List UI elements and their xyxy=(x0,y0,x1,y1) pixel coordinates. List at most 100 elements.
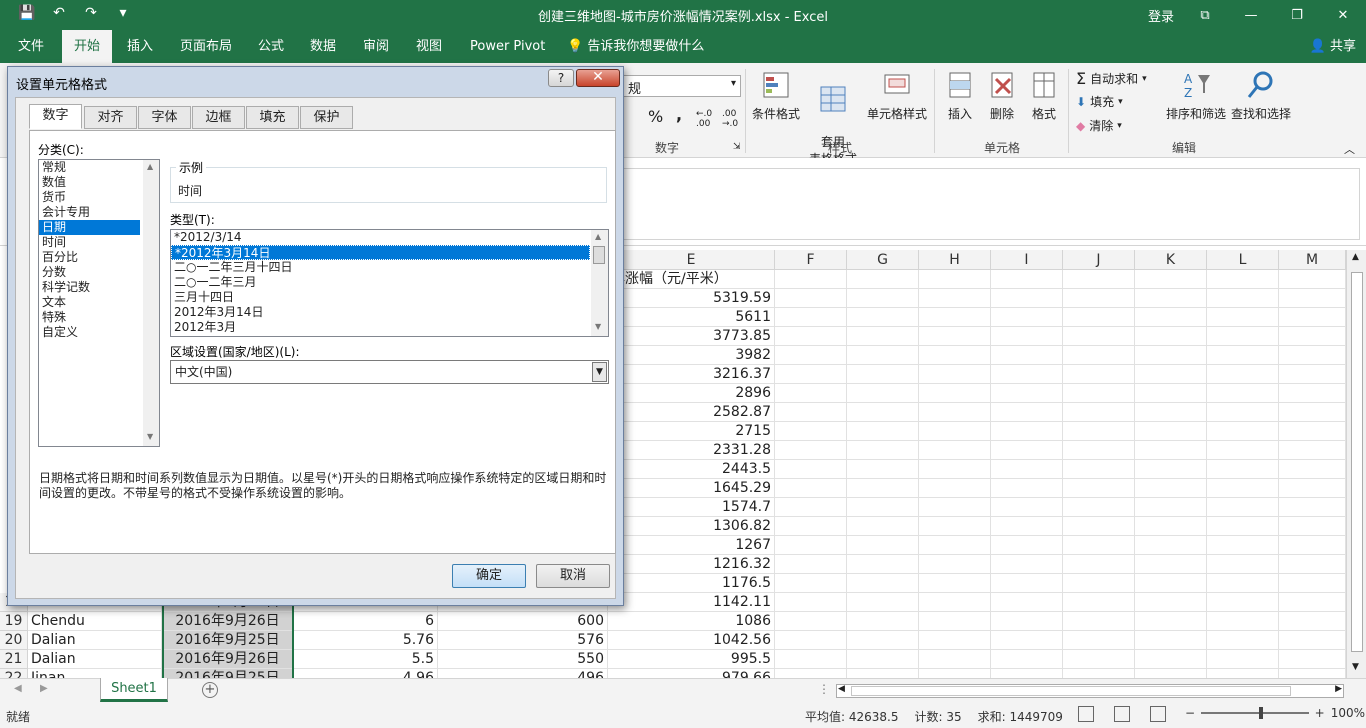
cell-e-value[interactable]: 995.5 xyxy=(608,650,775,669)
empty-cell[interactable] xyxy=(847,574,919,593)
empty-cell[interactable] xyxy=(847,498,919,517)
empty-cell[interactable] xyxy=(1279,460,1346,479)
cancel-button[interactable]: 取消 xyxy=(536,564,610,588)
empty-cell[interactable] xyxy=(847,384,919,403)
cell-e-value[interactable]: 3982 xyxy=(608,346,775,365)
cell-amount[interactable]: 576 xyxy=(438,631,608,650)
empty-cell[interactable] xyxy=(1207,441,1279,460)
empty-cell[interactable] xyxy=(1207,593,1279,612)
empty-cell[interactable] xyxy=(847,441,919,460)
cell-amount[interactable]: 600 xyxy=(438,612,608,631)
empty-cell[interactable] xyxy=(1207,631,1279,650)
empty-cell[interactable] xyxy=(1135,555,1207,574)
tab-home[interactable]: 开始 xyxy=(62,30,113,63)
empty-cell[interactable] xyxy=(1207,384,1279,403)
empty-cell[interactable] xyxy=(1207,365,1279,384)
empty-cell[interactable] xyxy=(1063,460,1135,479)
fill-button[interactable]: ⬇ 填充 ▾ xyxy=(1076,93,1123,110)
empty-cell[interactable] xyxy=(1135,346,1207,365)
sheet-nav-prev-icon[interactable]: ◀ xyxy=(14,683,22,694)
tell-me-search[interactable]: 💡 告诉我你想要做什么 xyxy=(555,30,716,63)
ok-button[interactable]: 确定 xyxy=(452,564,526,588)
cell-styles-button[interactable]: 单元格样式 xyxy=(864,69,930,122)
empty-cell[interactable] xyxy=(775,422,847,441)
zoom-level[interactable]: 100% xyxy=(1331,706,1365,720)
tab-page-layout[interactable]: 页面布局 xyxy=(168,30,244,63)
column-header-e[interactable]: E xyxy=(608,250,775,270)
empty-cell[interactable] xyxy=(1279,536,1346,555)
empty-cell[interactable] xyxy=(991,422,1063,441)
empty-cell[interactable] xyxy=(1063,574,1135,593)
empty-cell[interactable] xyxy=(1135,327,1207,346)
empty-cell[interactable] xyxy=(847,289,919,308)
empty-cell[interactable] xyxy=(991,555,1063,574)
cell-date[interactable]: 2016年9月26日 xyxy=(162,650,294,669)
empty-cell[interactable] xyxy=(919,327,991,346)
cell-e-value[interactable]: 1267 xyxy=(608,536,775,555)
empty-cell[interactable] xyxy=(919,612,991,631)
cell-rate[interactable]: 4.96 xyxy=(294,669,438,678)
scroll-left-icon[interactable]: ◀ xyxy=(838,684,845,694)
cell-e-value[interactable]: 5611 xyxy=(608,308,775,327)
empty-cell[interactable] xyxy=(1279,479,1346,498)
empty-cell[interactable] xyxy=(1207,479,1279,498)
tab-fill[interactable]: 填充 xyxy=(246,106,299,129)
zoom-out-button[interactable]: − xyxy=(1185,706,1195,720)
empty-cell[interactable] xyxy=(775,327,847,346)
sort-filter-button[interactable]: AZ 排序和筛选 xyxy=(1164,69,1228,122)
empty-cell[interactable] xyxy=(991,517,1063,536)
number-format-select[interactable]: 规 ▾ xyxy=(623,75,741,97)
row-header[interactable]: 21 xyxy=(0,650,28,669)
row-header[interactable]: 22 xyxy=(0,669,28,678)
empty-cell[interactable] xyxy=(919,403,991,422)
category-list[interactable]: 常规 数值 货币 会计专用 日期 时间 百分比 分数 科学记数 文本 特殊 自定义 ▲ ▼ xyxy=(38,159,160,447)
empty-cell[interactable] xyxy=(1135,612,1207,631)
status-count[interactable]: 计数: 35 xyxy=(914,708,961,725)
empty-cell[interactable] xyxy=(1207,289,1279,308)
category-item[interactable]: 时间 xyxy=(39,235,159,250)
scroll-up-icon[interactable]: ▲ xyxy=(147,162,153,171)
empty-cell[interactable] xyxy=(1063,593,1135,612)
empty-cell[interactable] xyxy=(1135,536,1207,555)
empty-cell[interactable] xyxy=(1207,327,1279,346)
empty-cell[interactable] xyxy=(1063,422,1135,441)
empty-cell[interactable] xyxy=(1279,384,1346,403)
tab-view[interactable]: 视图 xyxy=(404,30,454,63)
empty-cell[interactable] xyxy=(847,460,919,479)
empty-cell[interactable] xyxy=(991,346,1063,365)
cell-e-value[interactable]: 2331.28 xyxy=(608,441,775,460)
empty-cell[interactable] xyxy=(1279,650,1346,669)
share-button[interactable]: 👤 共享 xyxy=(1310,30,1356,63)
empty-cell[interactable] xyxy=(775,593,847,612)
empty-cell[interactable] xyxy=(1135,650,1207,669)
empty-cell[interactable] xyxy=(991,631,1063,650)
empty-cell[interactable] xyxy=(775,631,847,650)
empty-cell[interactable] xyxy=(1207,498,1279,517)
cell-e-value[interactable]: 2443.5 xyxy=(608,460,775,479)
empty-cell[interactable] xyxy=(919,631,991,650)
type-item[interactable]: 三月十四日 xyxy=(171,290,608,305)
empty-cell[interactable] xyxy=(1135,422,1207,441)
category-item[interactable]: 特殊 xyxy=(39,310,159,325)
type-item[interactable]: 二○一二年三月 xyxy=(171,275,608,290)
empty-cell[interactable] xyxy=(991,498,1063,517)
chevron-down-icon[interactable]: ▼ xyxy=(592,362,607,382)
cell-e-value[interactable]: 1306.82 xyxy=(608,517,775,536)
empty-cell[interactable] xyxy=(1207,346,1279,365)
type-item[interactable]: 2012年3月 xyxy=(171,320,608,335)
empty-cell[interactable] xyxy=(847,327,919,346)
empty-cell[interactable] xyxy=(1135,308,1207,327)
empty-cell[interactable] xyxy=(1135,574,1207,593)
cell-e-value[interactable]: 5319.59 xyxy=(608,289,775,308)
format-cells-button[interactable]: 格式 xyxy=(1026,69,1062,122)
sheet-nav-next-icon[interactable]: ▶ xyxy=(40,683,48,694)
empty-cell[interactable] xyxy=(847,631,919,650)
sheet-tab-sheet1[interactable]: Sheet1 xyxy=(100,678,168,702)
type-scroll-thumb[interactable] xyxy=(593,246,605,264)
empty-cell[interactable] xyxy=(1135,479,1207,498)
category-item[interactable]: 会计专用 xyxy=(39,205,159,220)
empty-cell[interactable] xyxy=(1135,631,1207,650)
increase-decimal-button[interactable]: ←.0 .00 xyxy=(696,109,718,129)
empty-cell[interactable] xyxy=(1279,270,1346,289)
empty-cell[interactable] xyxy=(1135,593,1207,612)
